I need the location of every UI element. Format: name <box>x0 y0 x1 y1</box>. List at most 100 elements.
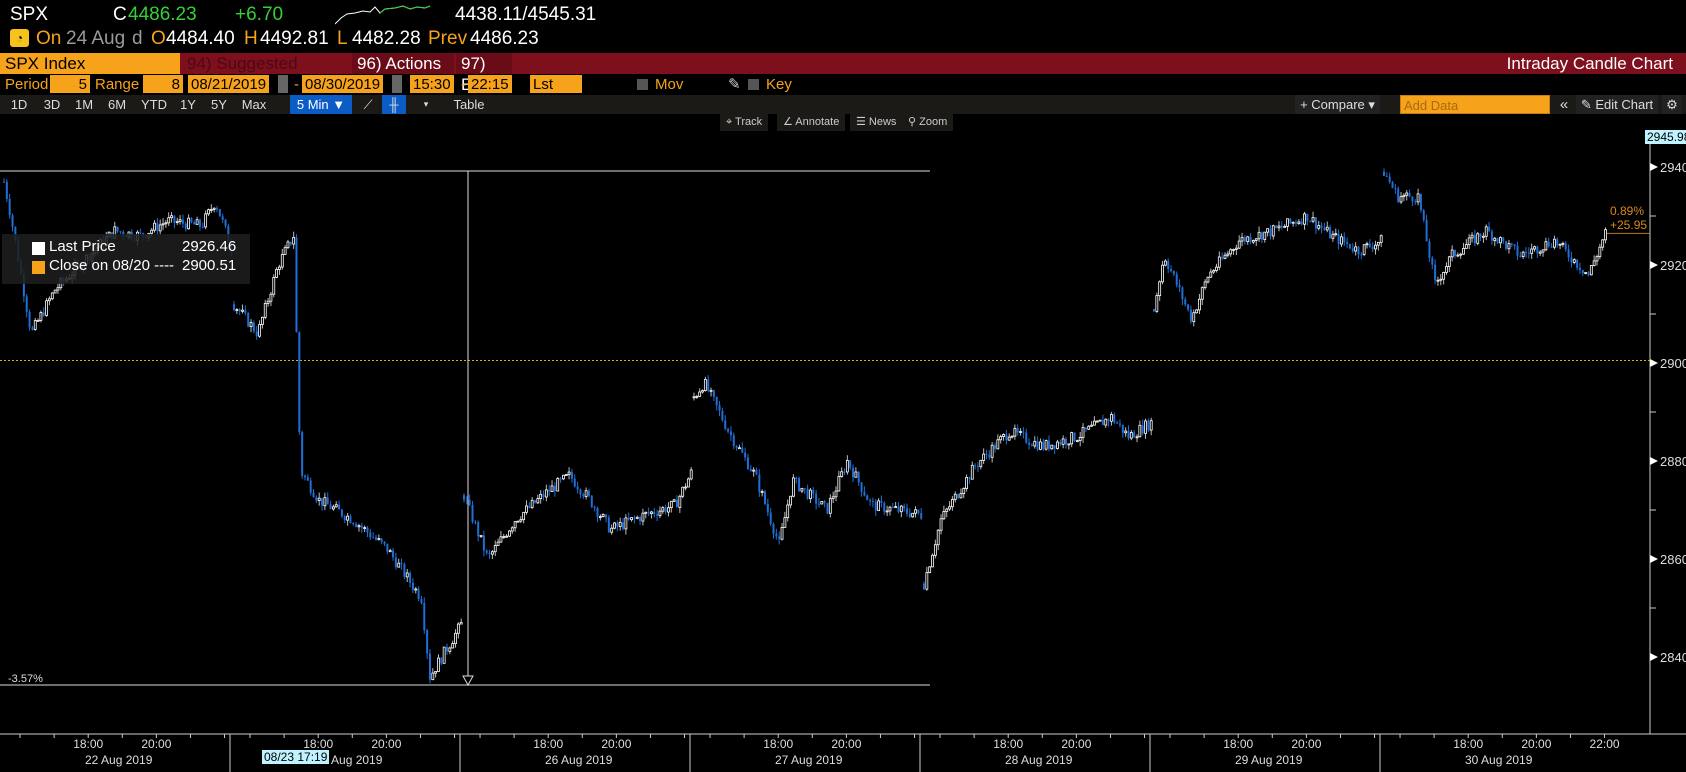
candle <box>601 514 605 517</box>
candle <box>942 511 946 520</box>
candle <box>451 643 455 649</box>
candle <box>703 379 707 392</box>
candle-chart[interactable]: 2840 2860 2880 2900 2920 2940 <box>0 0 1686 772</box>
candle <box>780 527 784 540</box>
candle <box>1118 423 1121 425</box>
candle <box>1357 246 1360 255</box>
candle <box>732 435 735 447</box>
candle <box>923 583 925 590</box>
candle <box>542 494 545 498</box>
candle <box>607 517 610 533</box>
candle <box>3 181 5 183</box>
candle <box>650 511 653 514</box>
candle <box>769 512 772 525</box>
candle <box>488 552 491 555</box>
candle <box>477 522 480 537</box>
candle <box>996 439 1000 450</box>
candle <box>1073 432 1076 442</box>
candle <box>1275 225 1278 228</box>
candle <box>207 209 210 215</box>
candle <box>849 460 852 468</box>
cursor-time-tag: 08/23 17:19 <box>262 750 330 764</box>
candle <box>999 436 1003 441</box>
candle <box>669 500 673 509</box>
legend[interactable]: Last Price 2926.46 Close on 08/20 ---- 2… <box>2 234 250 284</box>
candle <box>815 493 818 504</box>
candle <box>1081 427 1085 438</box>
candle <box>530 499 534 508</box>
candle <box>817 503 820 505</box>
candle <box>664 507 667 513</box>
candle <box>962 488 966 495</box>
candle <box>1479 233 1482 237</box>
candle <box>280 253 284 268</box>
candle <box>897 506 900 512</box>
y-tick-label: 2900 <box>1660 356 1686 371</box>
candle <box>550 485 554 493</box>
candle <box>1030 444 1033 446</box>
candle <box>1564 243 1567 250</box>
candle <box>442 646 446 664</box>
x-tick-label: 20:00 <box>831 737 862 751</box>
candle <box>852 467 855 478</box>
candle <box>258 324 261 337</box>
candle <box>556 478 560 492</box>
candle <box>1277 225 1281 229</box>
candle <box>45 300 48 316</box>
candle <box>1329 227 1332 239</box>
candle <box>1450 249 1454 258</box>
candle <box>1144 420 1147 434</box>
candle <box>405 572 409 578</box>
candle <box>255 331 258 337</box>
candle <box>1135 436 1139 439</box>
candle <box>1291 221 1295 224</box>
candle <box>1309 221 1312 223</box>
x-tick-label: 18:00 <box>533 737 564 751</box>
candle <box>1306 213 1309 222</box>
candle <box>263 302 267 318</box>
candle <box>1019 431 1022 433</box>
candle <box>1323 227 1326 230</box>
candle <box>386 543 389 552</box>
candle <box>911 512 915 518</box>
candle <box>661 507 665 512</box>
candle <box>383 541 386 544</box>
candle <box>1005 434 1008 441</box>
candle <box>175 221 179 224</box>
candle <box>1513 244 1516 247</box>
candle <box>681 486 685 497</box>
candle <box>446 647 448 652</box>
candle <box>1376 241 1380 246</box>
candle <box>1467 237 1471 246</box>
candle <box>355 523 358 527</box>
candle <box>1223 254 1227 259</box>
candle <box>570 472 573 479</box>
candle <box>1036 441 1039 450</box>
candle <box>1388 176 1391 183</box>
candle <box>970 464 974 480</box>
candle <box>1527 252 1530 254</box>
candle <box>582 494 585 497</box>
candle <box>559 478 562 480</box>
y-tick-marker <box>1650 359 1658 367</box>
candle <box>1283 225 1287 228</box>
candle <box>783 517 787 528</box>
candle <box>1476 233 1480 244</box>
candle <box>1442 271 1446 280</box>
candle <box>417 588 420 599</box>
candle <box>434 671 438 674</box>
net-change-label: +25.95 <box>1610 218 1648 232</box>
candle <box>321 498 324 506</box>
candle <box>1436 279 1440 282</box>
candle <box>894 506 898 508</box>
candle <box>860 482 863 492</box>
candle <box>5 181 8 200</box>
candle <box>1360 254 1363 256</box>
candle <box>724 420 727 429</box>
candle <box>456 623 460 634</box>
candle <box>482 535 485 551</box>
candle <box>903 506 906 509</box>
candle <box>312 492 315 498</box>
candle <box>1271 225 1275 237</box>
candle <box>1530 248 1534 254</box>
